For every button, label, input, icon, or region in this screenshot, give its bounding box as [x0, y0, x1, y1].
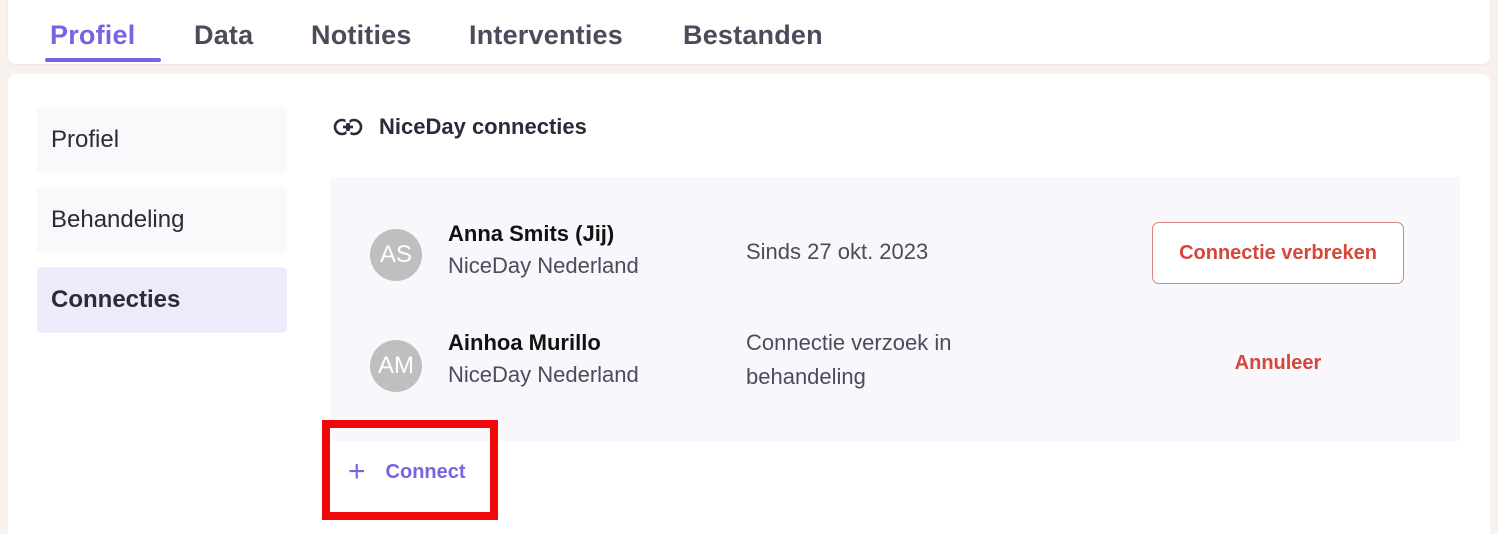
connect-button[interactable]: + Connect: [348, 452, 466, 492]
tab-data[interactable]: Data: [194, 20, 253, 51]
sidebar-item-label: Behandeling: [51, 206, 185, 233]
avatar: AS: [370, 229, 422, 281]
tab-interventies[interactable]: Interventies: [469, 20, 623, 51]
plus-icon: +: [348, 455, 366, 488]
tab-notities[interactable]: Notities: [311, 20, 412, 51]
connection-row: AM Ainhoa Murillo NiceDay Nederland Conn…: [330, 322, 1460, 422]
sidebar-item-label: Connecties: [51, 286, 181, 313]
connections-list: AS Anna Smits (Jij) NiceDay Nederland Si…: [330, 177, 1460, 441]
sidebar-item-behandeling[interactable]: Behandeling: [37, 187, 287, 253]
section-title-text: NiceDay connecties: [379, 114, 587, 139]
active-tab-indicator: [45, 58, 161, 62]
tab-profiel[interactable]: Profiel: [50, 20, 135, 51]
disconnect-button[interactable]: Connectie verbreken: [1152, 222, 1404, 284]
avatar: AM: [370, 340, 422, 392]
section-title: NiceDay connecties: [333, 114, 587, 140]
sidebar-item-profiel[interactable]: Profiel: [37, 107, 287, 173]
link-icon: [333, 118, 363, 136]
connection-organization: NiceDay Nederland: [448, 253, 639, 278]
main-panel: Profiel Behandeling Connecties NiceDay c…: [8, 74, 1490, 534]
connection-row: AS Anna Smits (Jij) NiceDay Nederland Si…: [330, 207, 1460, 307]
connection-status: Sinds 27 okt. 2023: [746, 239, 929, 264]
connection-name: Ainhoa Murillo: [448, 330, 601, 355]
connection-name: Anna Smits (Jij): [448, 221, 615, 246]
connection-status-line: behandeling: [746, 364, 866, 389]
tab-bar: Profiel Data Notities Interventies Besta…: [8, 0, 1490, 64]
connect-button-label: Connect: [385, 460, 466, 483]
sidebar-item-label: Profiel: [51, 126, 120, 153]
connection-status: Connectie verzoek in behandeling: [746, 326, 951, 394]
connection-status-line: Connectie verzoek in: [746, 330, 952, 355]
cancel-request-button[interactable]: Annuleer: [1152, 352, 1404, 375]
tab-bestanden[interactable]: Bestanden: [683, 20, 823, 51]
connection-organization: NiceDay Nederland: [448, 362, 639, 387]
sidebar-item-connecties[interactable]: Connecties: [37, 267, 287, 333]
